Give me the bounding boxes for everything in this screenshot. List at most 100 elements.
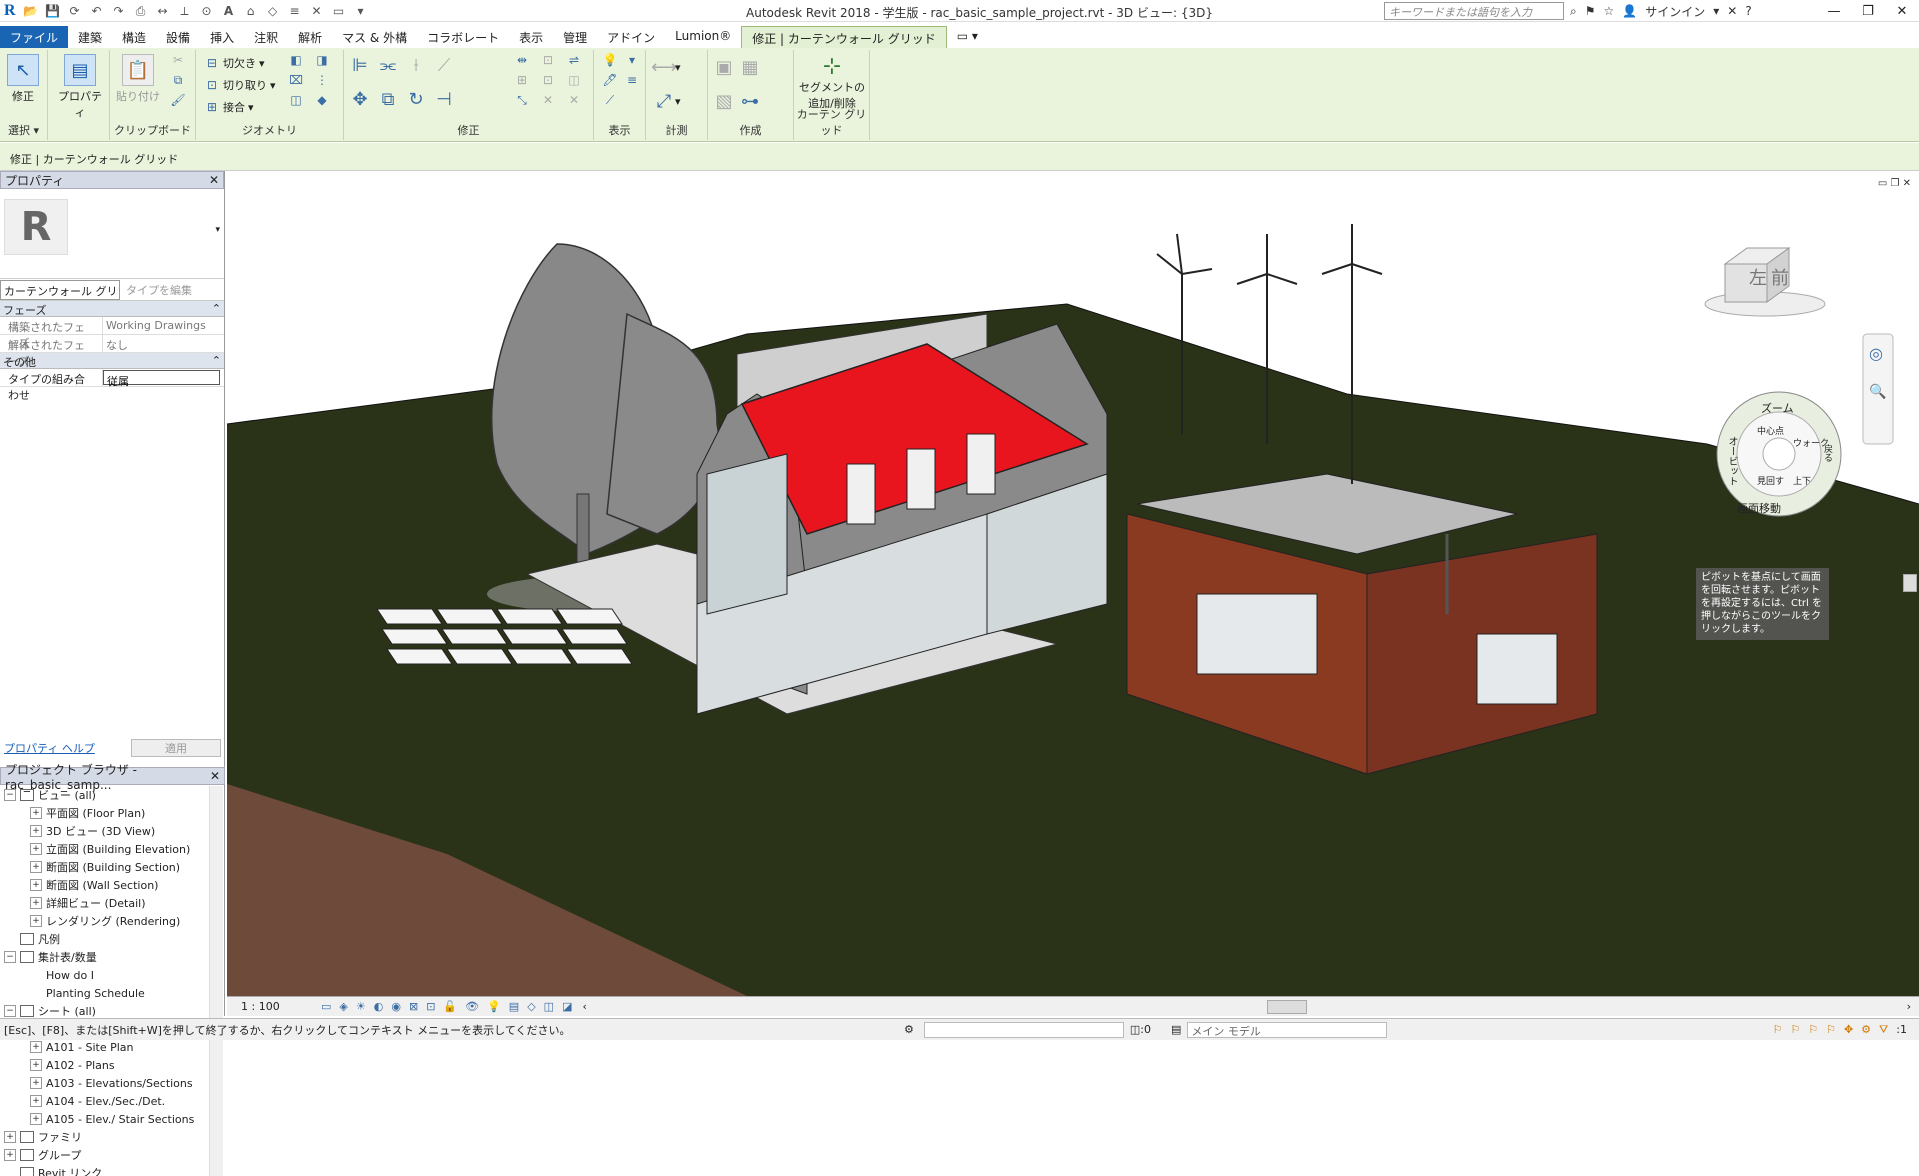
thin-lines-icon[interactable]: ≡ <box>286 2 304 20</box>
tab-modify-curtain-grid[interactable]: 修正 | カーテンウォール グリッド <box>741 26 947 48</box>
unlock-3d-icon[interactable]: 🔓 <box>443 1000 457 1013</box>
rotate-icon[interactable]: ↻ <box>408 89 424 110</box>
paste-button[interactable]: 📋 貼り付け <box>116 52 160 114</box>
wall-core-icon[interactable]: ◆ <box>314 92 330 108</box>
workset-dropdown[interactable] <box>923 1021 1124 1038</box>
browser-item[interactable]: + 断面図 (Building Section) <box>0 858 210 876</box>
delete-x-icon[interactable]: ✕ <box>566 92 582 108</box>
browser-item[interactable]: + レンダリング (Rendering) <box>0 912 210 930</box>
properties-button[interactable]: ▤ プロパティ <box>58 52 102 119</box>
help-icon[interactable]: ? <box>1745 4 1751 18</box>
linework-icon[interactable]: ⟋ <box>602 92 618 108</box>
dimension-aligned-icon[interactable]: ⤢ <box>656 91 672 112</box>
expand-toggle-icon[interactable]: + <box>30 1059 42 1071</box>
wheel-zoom[interactable]: ズーム <box>1761 400 1794 416</box>
section-icon[interactable]: ◇ <box>264 2 282 20</box>
offset-icon[interactable]: ⫘ <box>380 55 396 76</box>
expand-toggle-icon[interactable]: − <box>4 951 16 963</box>
expand-toggle-icon[interactable]: + <box>30 1095 42 1107</box>
open-icon[interactable]: 📂 <box>22 2 40 20</box>
view-scale[interactable]: 1 : 100 <box>241 1000 301 1013</box>
expand-toggle-icon[interactable]: + <box>30 843 42 855</box>
drag-elements-icon[interactable]: ✥ <box>1844 1023 1853 1037</box>
properties-help-link[interactable]: プロパティ ヘルプ <box>4 740 95 756</box>
dimension-icon[interactable]: ⟂ <box>176 2 194 20</box>
create-similar-icon[interactable]: ⊶ <box>741 91 759 112</box>
close-icon[interactable]: ✕ <box>1885 0 1919 22</box>
minimize-icon[interactable]: — <box>1817 0 1851 22</box>
copy-icon[interactable]: ⧉ <box>170 72 186 88</box>
split-face-icon[interactable]: ◨ <box>314 52 330 68</box>
tab-massing[interactable]: マス & 外構 <box>332 26 417 48</box>
prop-value[interactable]: Working Drawings <box>103 317 224 334</box>
browser-item[interactable]: + グループ <box>0 1146 210 1164</box>
wall-joins-icon[interactable]: ◧ <box>288 52 304 68</box>
wheel-orbit[interactable]: オービット <box>1724 436 1739 486</box>
collapse-icon[interactable]: ⌃ <box>212 354 221 367</box>
modify-button[interactable]: ↖ 修正 <box>4 52 42 114</box>
reveal-hidden-icon[interactable]: 💡 <box>487 1000 501 1013</box>
create-assembly-icon[interactable]: ▣ <box>716 57 733 78</box>
chevron-down-icon[interactable]: ▾ <box>215 225 220 235</box>
move-icon[interactable]: ✥ <box>352 89 368 110</box>
text-icon[interactable]: A <box>220 2 238 20</box>
select-panel-label[interactable]: 選択 ▾ <box>0 122 47 138</box>
unpin-icon[interactable]: ⊡ <box>540 72 556 88</box>
browser-item[interactable]: + A101 - Site Plan <box>0 1038 210 1056</box>
pin-icon[interactable]: ⊡ <box>540 52 556 68</box>
detail-level-icon[interactable]: ▭ <box>321 1000 331 1013</box>
analytical-model-icon[interactable]: ◇ <box>527 1000 535 1013</box>
browser-item[interactable]: + 立面図 (Building Elevation) <box>0 840 210 858</box>
sync-icon[interactable]: ⟳ <box>66 2 84 20</box>
sun-path-icon[interactable]: ☀ <box>356 1000 366 1013</box>
customize-qat-icon[interactable]: ▾ <box>352 2 370 20</box>
view-dropdown-icon[interactable]: ▾ <box>624 52 640 68</box>
render-icon[interactable]: ◉ <box>391 1000 401 1013</box>
browser-item[interactable]: How do I <box>0 966 210 984</box>
ribbon-display-toggle[interactable]: ▭ ▾ <box>947 26 988 48</box>
apply-button[interactable]: 適用 <box>131 739 221 757</box>
expand-toggle-icon[interactable]: + <box>30 1041 42 1053</box>
show-crop-icon[interactable]: ⊡ <box>426 1000 435 1013</box>
background-processes-icon[interactable]: ⚙ <box>1861 1023 1871 1037</box>
browser-item[interactable]: − 集計表/数量 <box>0 948 210 966</box>
collapse-icon[interactable]: ⌃ <box>212 302 221 315</box>
expand-toggle-icon[interactable]: + <box>4 1149 16 1161</box>
create-parts-icon[interactable]: ▦ <box>742 57 759 78</box>
split-icon[interactable]: ⋮ <box>314 72 330 88</box>
select-pinned-icon[interactable]: ⚐ <box>1808 1023 1818 1037</box>
join-button[interactable]: ⊞ 接合 ▾ <box>204 96 254 118</box>
scale-icon[interactable]: ⤡ <box>514 92 530 108</box>
browser-item[interactable]: +3D ビュー (3D View) <box>0 822 210 840</box>
zoom-nav-icon[interactable]: 🔍 <box>1869 384 1886 400</box>
cut-scissors-icon[interactable]: ✂ <box>170 52 186 68</box>
worksharing-icon[interactable]: ⚙ <box>904 1023 914 1036</box>
wheel-look[interactable]: 見回す <box>1757 474 1784 487</box>
expand-toggle-icon[interactable]: + <box>4 1131 16 1143</box>
wheel-updown[interactable]: 上下 <box>1793 474 1811 487</box>
subscription-icon[interactable]: ⚑ <box>1585 4 1596 18</box>
group-phase[interactable]: フェーズ ⌃ <box>0 301 224 317</box>
expand-toggle-icon[interactable]: + <box>30 825 42 837</box>
prop-value-input[interactable]: 従属 <box>103 370 220 388</box>
prop-value[interactable]: なし <box>103 335 224 352</box>
measure-distance-icon[interactable]: ⟷ <box>651 57 677 78</box>
highlight-displacement-icon[interactable]: ◫ <box>544 1000 554 1013</box>
browser-item[interactable]: Revit リンク <box>0 1164 210 1176</box>
tab-architecture[interactable]: 建築 <box>68 26 112 48</box>
tab-annotate[interactable]: 注釈 <box>244 26 288 48</box>
browser-item[interactable]: + 詳細ビュー (Detail) <box>0 894 210 912</box>
browser-item[interactable]: + ファミリ <box>0 1128 210 1146</box>
array-icon[interactable]: ⊞ <box>514 72 530 88</box>
browser-item[interactable]: + A104 - Elev./Sec./Det. <box>0 1092 210 1110</box>
maximize-icon[interactable]: ❐ <box>1851 0 1885 22</box>
browser-item[interactable]: Planting Schedule <box>0 984 210 1002</box>
select-links-icon[interactable]: ⚐ <box>1772 1023 1782 1037</box>
chevron-down-icon[interactable]: ▾ <box>1713 4 1719 18</box>
save-icon[interactable]: 💾 <box>44 2 62 20</box>
measure-icon[interactable]: ↔ <box>154 2 172 20</box>
tab-analyze[interactable]: 解析 <box>288 26 332 48</box>
add-remove-segments-button[interactable]: ⊹ セグメントの 追加/削除 <box>798 54 866 111</box>
viewport-scroll-thumb[interactable] <box>1903 574 1917 592</box>
crop-view-icon[interactable]: ⊠ <box>409 1000 418 1013</box>
